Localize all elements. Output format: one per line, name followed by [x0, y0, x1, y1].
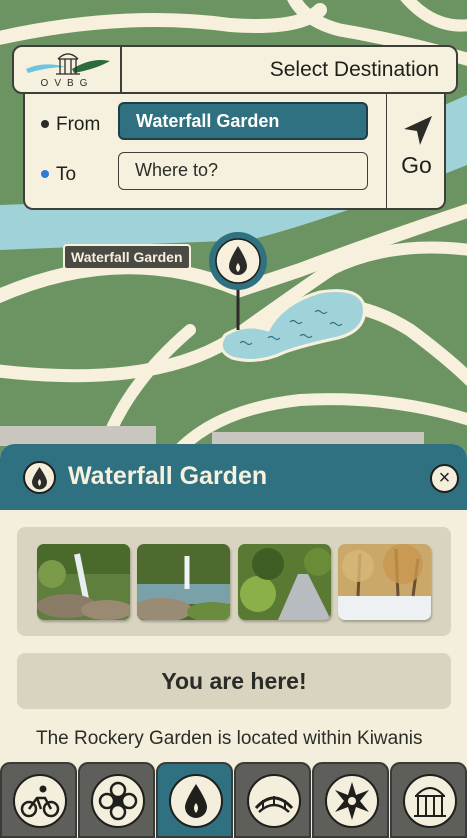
map-marker-label[interactable]: Waterfall Garden — [63, 244, 191, 270]
close-button[interactable]: × — [430, 464, 459, 493]
from-row: From Waterfall Garden — [25, 102, 385, 142]
logo-text: OVBG — [40, 78, 94, 89]
go-label: Go — [401, 152, 432, 178]
gazebo-logo-icon — [26, 53, 110, 75]
cycling-icon — [13, 774, 67, 828]
to-row: To Where to? — [25, 152, 385, 192]
water-drop-icon — [23, 461, 56, 494]
you-are-here-banner: You are here! — [17, 653, 451, 709]
gazebo-icon — [403, 774, 457, 828]
go-button[interactable]: Go — [386, 92, 446, 208]
photo-garden-path[interactable] — [238, 544, 331, 620]
to-label: To — [56, 164, 77, 185]
photo-waterfall-rocks[interactable] — [37, 544, 130, 620]
tab-gazebo[interactable] — [390, 762, 467, 838]
from-dot — [41, 120, 49, 128]
photo-fountain-pond[interactable] — [137, 544, 230, 620]
photo-gallery — [17, 527, 451, 636]
ovbg-logo: OVBG — [14, 47, 122, 92]
sheet-title: Waterfall Garden — [68, 462, 268, 490]
to-field[interactable]: Where to? — [118, 152, 368, 190]
water-drop-icon — [169, 774, 223, 828]
route-panel: From Waterfall Garden To Where to? Go — [23, 92, 446, 210]
navigation-arrow-icon — [404, 116, 432, 145]
tab-bridge[interactable] — [234, 762, 311, 838]
sheet-header: Waterfall Garden × — [0, 444, 467, 510]
to-dot — [41, 170, 49, 178]
star-flower-icon — [325, 774, 379, 828]
category-tab-bar — [0, 760, 467, 838]
tab-flower[interactable] — [78, 762, 155, 838]
page-title: Select Destination — [269, 58, 439, 81]
from-field[interactable]: Waterfall Garden — [118, 102, 368, 140]
from-label: From — [56, 114, 101, 135]
tab-cycling[interactable] — [0, 762, 77, 838]
bridge-icon — [247, 774, 301, 828]
tab-star-flower[interactable] — [312, 762, 389, 838]
flower-icon — [91, 774, 145, 828]
photo-winter-trees[interactable] — [338, 544, 431, 620]
destination-header: OVBG Select Destination — [12, 45, 458, 94]
tab-water-garden[interactable] — [156, 762, 233, 838]
